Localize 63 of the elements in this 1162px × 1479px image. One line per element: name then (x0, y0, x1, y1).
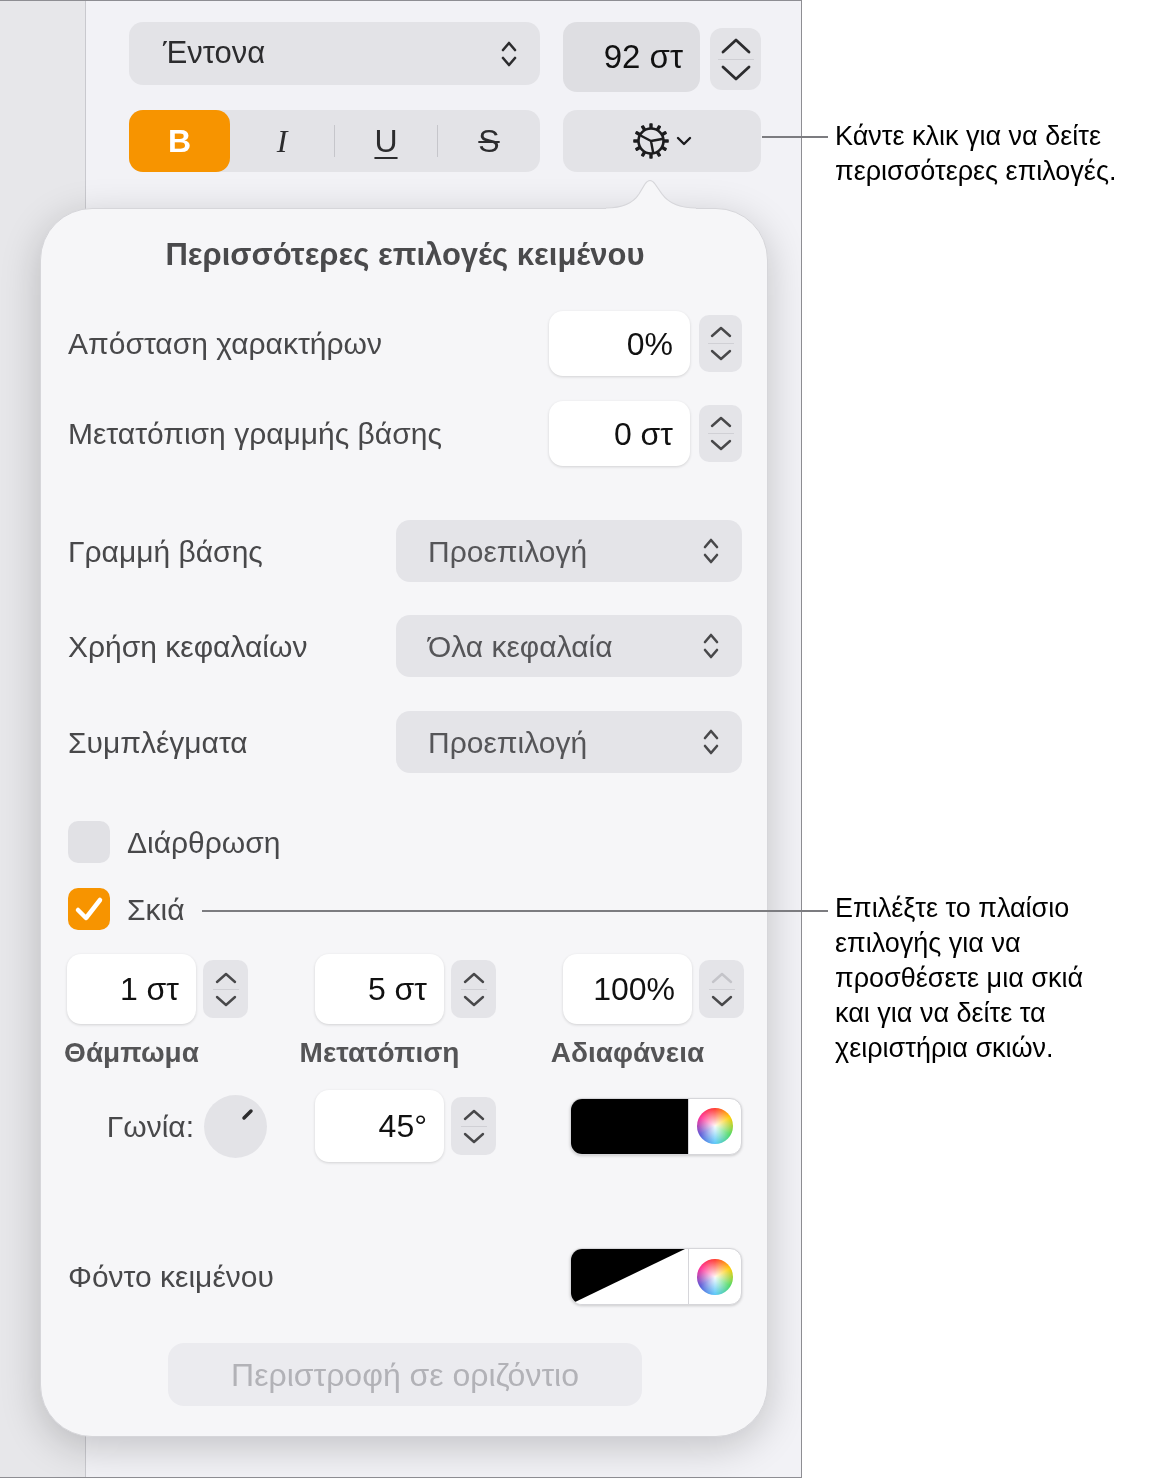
chevron-up-icon[interactable] (709, 326, 732, 338)
checkbox-label: Διάρθρωση (127, 824, 281, 861)
chevron-up-icon[interactable] (720, 37, 751, 54)
field-label: Συμπλέγματα (68, 724, 248, 761)
font-style-popup[interactable]: Έντονα (129, 22, 540, 85)
callout-text: Κάντε κλικ για να δείτε περισσότερες επιλογές. (835, 120, 1118, 188)
chevron-up-icon[interactable] (709, 416, 732, 428)
color-wheel-icon[interactable] (697, 1258, 733, 1295)
value-field[interactable]: 45° (315, 1090, 444, 1162)
value-field[interactable]: 5 στ (315, 954, 444, 1024)
gear-icon (632, 122, 670, 160)
field-label: Φόντο κειμένου (68, 1259, 274, 1295)
stepper[interactable] (203, 960, 248, 1018)
color-swatch-icon[interactable] (571, 1098, 688, 1154)
color-wheel-icon[interactable] (697, 1108, 733, 1144)
stepper[interactable] (699, 405, 742, 462)
underline-button[interactable]: U (335, 110, 437, 172)
italic-button[interactable]: I (230, 110, 334, 172)
value-field[interactable]: 100% (563, 954, 692, 1024)
field-label: Απόσταση χαρακτήρων (68, 326, 382, 362)
strikethrough-button[interactable]: S (438, 110, 540, 172)
chevron-down-icon (676, 136, 692, 146)
chevron-up-icon[interactable] (462, 971, 485, 984)
color-well[interactable] (570, 1097, 742, 1155)
chevron-down-icon[interactable] (462, 1131, 485, 1144)
chevron-down-icon[interactable] (214, 994, 237, 1007)
chevron-up-down-icon (702, 631, 720, 661)
popover-title: Περισσότερες επιλογές κειμένου (165, 235, 645, 274)
color-swatch-icon[interactable] (571, 1249, 688, 1304)
popup-button[interactable]: Προεπιλογή (396, 520, 742, 582)
checkbox[interactable] (68, 888, 110, 930)
field-caption: Μετατόπιση (299, 1036, 460, 1070)
chevron-up-down-icon (702, 727, 720, 757)
chevron-up-icon[interactable] (214, 971, 237, 984)
rotate-button: Περιστροφή σε οριζόντιο (168, 1343, 642, 1406)
checkbox-label: Σκιά (127, 891, 185, 928)
font-size-field[interactable]: 92 στ (563, 22, 700, 92)
field-label: Χρήση κεφαλαίων (68, 628, 308, 665)
field-label: Γωνία: (106, 1108, 194, 1145)
chevron-down-icon[interactable] (709, 439, 732, 451)
chevron-up-down-icon (702, 536, 720, 566)
chevron-down-icon[interactable] (710, 994, 733, 1007)
callout-text: Επιλέξτε το πλαίσιο επιλογής για να προσθέσετε μια σκιά και για να δείτε τα χειριστήρια σκιών. (835, 892, 1085, 1065)
more-options-button[interactable] (563, 110, 761, 172)
field-caption: Αδιαφάνεια (550, 1036, 705, 1070)
color-well[interactable] (570, 1248, 742, 1305)
stepper[interactable] (451, 1097, 496, 1155)
chevron-down-icon[interactable] (709, 349, 732, 361)
field-caption: Θάμπωμα (64, 1036, 199, 1070)
chevron-up-icon[interactable] (462, 1108, 485, 1121)
chevron-down-icon[interactable] (462, 994, 485, 1007)
stepper[interactable] (710, 28, 761, 90)
value-field[interactable]: 1 στ (67, 954, 196, 1024)
value-field[interactable]: 0% (549, 311, 690, 376)
stepper[interactable] (451, 960, 496, 1018)
popup-button[interactable]: Όλα κεφαλαία (396, 615, 742, 677)
leader-line (762, 136, 828, 138)
field-label: Μετατόπιση γραμμής βάσης (68, 416, 442, 452)
stepper[interactable] (699, 315, 742, 372)
popup-button[interactable]: Προεπιλογή (396, 711, 742, 773)
value-field[interactable]: 0 στ (549, 401, 690, 466)
field-label: Γραμμή βάσης (68, 533, 263, 570)
chevron-down-icon[interactable] (720, 64, 751, 81)
